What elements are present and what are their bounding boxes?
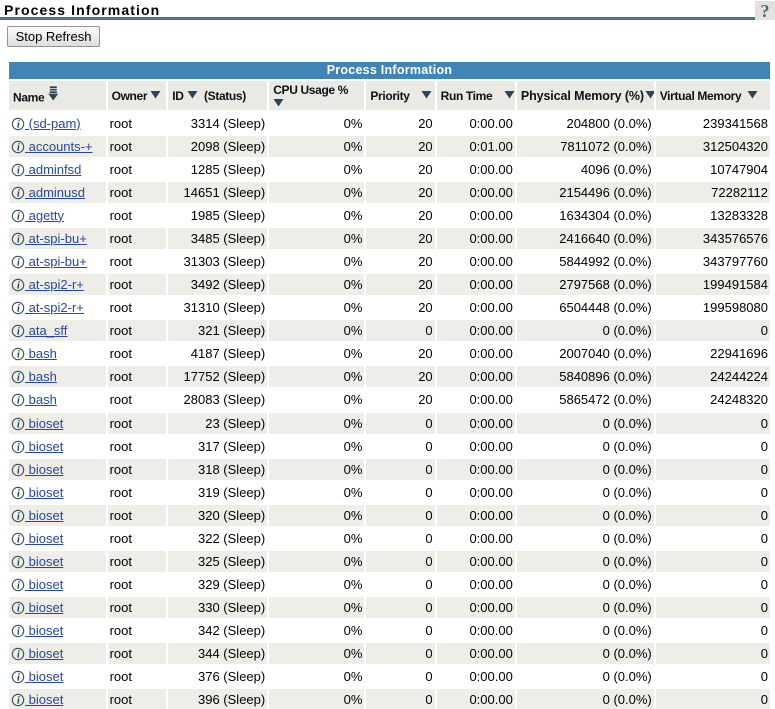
svg-text:i: i [17,465,20,476]
svg-text:i: i [17,442,20,453]
svg-text:i: i [17,211,20,222]
svg-text:i: i [17,119,20,130]
svg-text:i: i [17,327,20,338]
svg-text:i: i [17,534,20,545]
svg-text:i: i [17,234,20,245]
svg-text:i: i [17,396,20,407]
svg-text:i: i [17,373,20,384]
svg-text:i: i [17,696,20,707]
svg-text:i: i [17,419,20,430]
svg-text:i: i [17,188,20,199]
svg-text:i: i [17,165,20,176]
svg-text:i: i [17,673,20,684]
svg-text:i: i [17,580,20,591]
svg-text:i: i [17,280,20,291]
svg-text:i: i [17,142,20,153]
svg-text:i: i [17,488,20,499]
svg-text:i: i [17,257,20,268]
svg-text:i: i [17,650,20,661]
svg-text:i: i [17,350,20,361]
svg-text:i: i [17,604,20,615]
svg-text:i: i [17,557,20,568]
svg-text:i: i [17,304,20,315]
svg-text:i: i [17,511,20,522]
svg-text:i: i [17,627,20,638]
